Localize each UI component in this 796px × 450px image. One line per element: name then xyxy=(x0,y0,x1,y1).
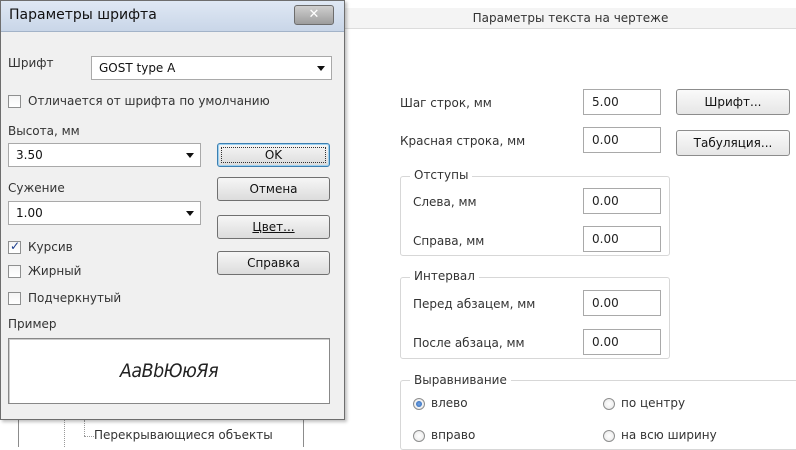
align-justify-label: на всю ширину xyxy=(621,428,717,442)
align-center-label: по центру xyxy=(621,396,686,410)
indent-left-label: Слева, мм xyxy=(413,195,477,209)
ok-button[interactable]: OK xyxy=(217,143,330,167)
help-button-label: Справка xyxy=(247,256,300,270)
sample-preview: АаBbЮюЯя xyxy=(8,338,330,404)
radio-icon xyxy=(603,430,615,442)
first-line-label: Красная строка, мм xyxy=(400,134,526,148)
checkbox-box xyxy=(8,292,21,305)
font-select-value: GOST type A xyxy=(99,61,176,75)
font-params-dialog: Параметры шрифта ✕ Шрифт GOST type A Отл… xyxy=(0,0,345,420)
alignment-group-label: Выравнивание xyxy=(410,373,511,387)
italic-checkbox-label: Курсив xyxy=(28,240,73,254)
line-spacing-label: Шаг строк, мм xyxy=(400,96,492,110)
font-label: Шрифт xyxy=(8,56,54,70)
radio-icon xyxy=(603,398,615,410)
interval-group-label: Интервал xyxy=(410,269,479,283)
tabulation-button-label: Табуляция... xyxy=(693,136,773,150)
tabulation-button[interactable]: Табуляция... xyxy=(676,130,790,156)
font-params-title: Параметры шрифта xyxy=(9,7,157,23)
height-select-value: 3.50 xyxy=(16,148,43,162)
tree-line xyxy=(84,420,85,436)
cancel-button[interactable]: Отмена xyxy=(217,177,330,201)
indent-right-input[interactable]: 0.00 xyxy=(583,226,661,252)
narrowing-select[interactable]: 1.00 xyxy=(8,201,201,225)
line-spacing-input[interactable]: 5.00 xyxy=(583,89,661,115)
italic-checkbox[interactable]: Курсив xyxy=(8,239,188,256)
bold-checkbox[interactable]: Жирный xyxy=(8,264,188,280)
align-justify-radio[interactable]: на всю ширину xyxy=(603,428,773,444)
checkbox-checked-icon xyxy=(8,239,21,254)
radio-icon xyxy=(413,430,425,442)
checkbox-box xyxy=(8,95,21,108)
color-button[interactable]: Цвет... xyxy=(217,215,330,239)
tree-item-overlapping-objects[interactable]: Перекрывающиеся объекты xyxy=(94,428,273,442)
indent-left-input[interactable]: 0.00 xyxy=(583,188,661,214)
cancel-button-label: Отмена xyxy=(249,182,298,196)
font-params-titlebar[interactable]: Параметры шрифта ✕ xyxy=(1,1,344,32)
indents-group-label: Отступы xyxy=(410,168,473,182)
underline-checkbox-label: Подчеркнутый xyxy=(28,291,122,305)
close-icon: ✕ xyxy=(308,7,320,22)
space-before-label: Перед абзацем, мм xyxy=(413,297,536,311)
chevron-down-icon xyxy=(186,153,194,158)
font-button[interactable]: Шрифт... xyxy=(676,89,790,115)
help-button[interactable]: Справка xyxy=(217,251,330,275)
height-label: Высота, мм xyxy=(8,124,80,138)
align-right-radio[interactable]: вправо xyxy=(413,428,533,444)
narrowing-select-value: 1.00 xyxy=(16,206,43,220)
align-left-label: влево xyxy=(431,396,468,410)
space-after-label: После абзаца, мм xyxy=(413,336,525,350)
sample-label: Пример xyxy=(8,317,57,331)
height-select[interactable]: 3.50 xyxy=(8,143,201,167)
font-select[interactable]: GOST type A xyxy=(91,56,332,80)
underline-checkbox[interactable]: Подчеркнутый xyxy=(8,291,208,307)
indent-right-label: Справа, мм xyxy=(413,234,485,248)
radio-selected-icon xyxy=(413,398,425,410)
font-button-label: Шрифт... xyxy=(704,95,762,109)
chevron-down-icon xyxy=(317,66,325,71)
first-line-input[interactable]: 0.00 xyxy=(583,127,661,153)
align-left-radio[interactable]: влево xyxy=(413,396,533,412)
checkbox-box xyxy=(8,265,21,278)
align-right-label: вправо xyxy=(431,428,476,442)
tree-line xyxy=(64,420,65,447)
bold-checkbox-label: Жирный xyxy=(28,264,82,278)
align-center-radio[interactable]: по центру xyxy=(603,396,753,412)
differs-checkbox-label: Отличается от шрифта по умолчанию xyxy=(28,94,270,108)
differs-checkbox[interactable]: Отличается от шрифта по умолчанию xyxy=(8,94,328,110)
chevron-down-icon xyxy=(186,211,194,216)
space-after-input[interactable]: 0.00 xyxy=(583,329,661,355)
narrowing-label: Сужение xyxy=(8,181,65,195)
color-button-label: Цвет... xyxy=(252,220,295,234)
focus-rect xyxy=(221,147,326,163)
text-params-title: Параметры текста на чертеже xyxy=(345,8,796,29)
space-before-input[interactable]: 0.00 xyxy=(583,290,661,316)
tree-line xyxy=(84,436,94,437)
object-tree: Перекрывающиеся объекты xyxy=(0,420,305,447)
close-button[interactable]: ✕ xyxy=(294,5,334,25)
sample-text: АаBbЮюЯя xyxy=(119,360,219,382)
